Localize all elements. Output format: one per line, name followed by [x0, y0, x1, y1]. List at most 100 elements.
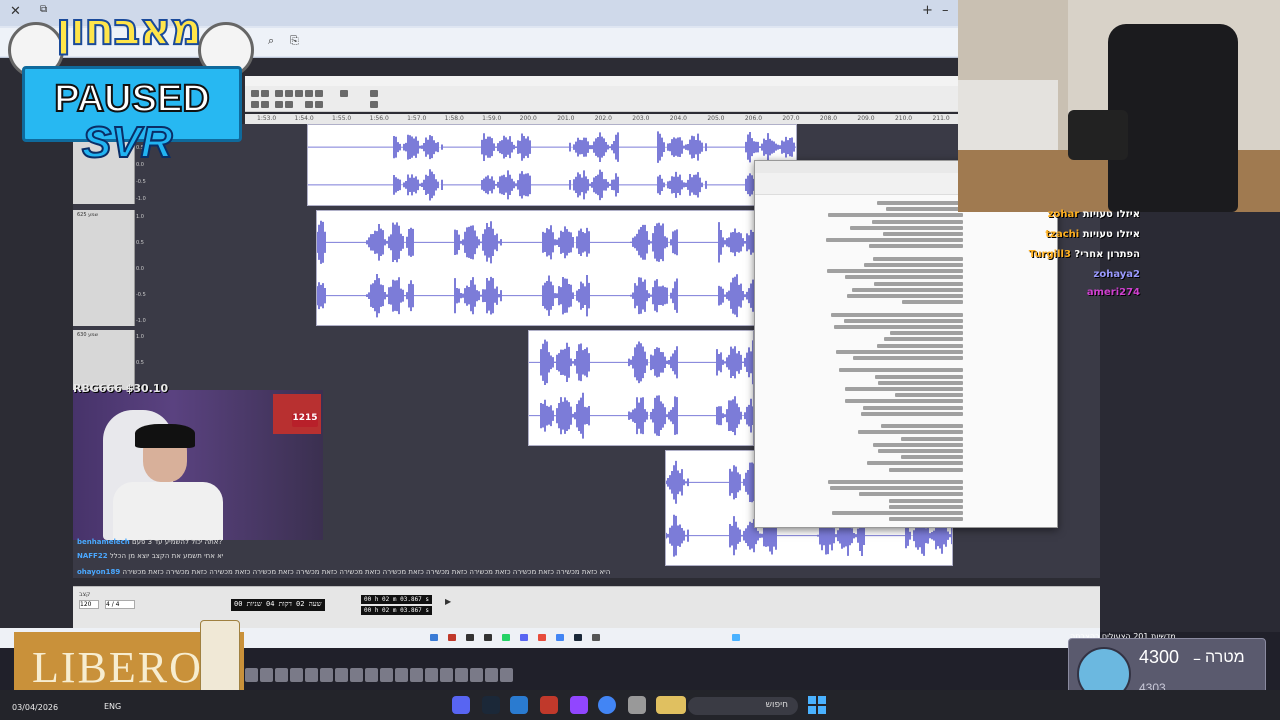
share-audio-icon[interactable] — [370, 90, 378, 97]
scale-tick-label: -0.5 — [136, 179, 146, 185]
track-amplitude-scale: 1.0 0.5 0.0 -0.5 -1.0 — [135, 210, 147, 326]
text-line — [890, 331, 963, 336]
chat-message: benhamelech אתה יכול להשמיע עד 3 פעם? — [77, 538, 223, 546]
sponsor-logo: LIBERO — [32, 643, 203, 692]
file-explorer-icon[interactable] — [628, 696, 646, 714]
scale-tick-label: 1.0 — [136, 334, 144, 340]
text-line — [888, 498, 963, 503]
discord-icon[interactable] — [452, 696, 470, 714]
viewer-badge: 1215 — [292, 413, 318, 427]
audio-position-display[interactable]: 00 שעה 02 דקות 04 שניות — [231, 599, 325, 611]
steam-icon[interactable] — [574, 634, 582, 641]
text-line — [833, 325, 963, 329]
twitch-icon[interactable] — [570, 696, 588, 714]
track-name: 625 שמע — [77, 212, 99, 218]
taskbar-language[interactable]: ENG — [104, 702, 121, 711]
envelope-tool-icon[interactable] — [261, 90, 269, 97]
text-line — [901, 436, 963, 441]
audio-clip[interactable] — [316, 210, 756, 326]
app-icon[interactable] — [510, 696, 528, 714]
text-line — [889, 504, 963, 509]
chrome-icon[interactable] — [556, 634, 564, 641]
waveform — [529, 339, 753, 439]
fit-selection-icon[interactable] — [295, 90, 303, 97]
waveform — [317, 220, 755, 318]
app-icon[interactable] — [540, 696, 558, 714]
ruler-tick-label: 211.0 — [932, 115, 950, 122]
ruler-tick-label: 205.0 — [707, 115, 725, 122]
trim-icon[interactable] — [275, 101, 283, 108]
text-line — [853, 356, 963, 360]
rate-label: קצב — [79, 591, 91, 598]
app-icon[interactable] — [484, 634, 492, 641]
timeline-ruler[interactable]: 1:53.0 1:54.0 1:55.0 1:56.0 1:57.0 1:58.0 1:59… — [245, 114, 958, 124]
text-line — [880, 424, 963, 429]
minimize-icon[interactable]: – — [942, 3, 949, 18]
fit-project-icon[interactable] — [305, 90, 313, 97]
streamer-webcam — [73, 390, 323, 540]
selection-start-display[interactable]: 00 h 02 m 03.867 s — [361, 595, 433, 604]
text-line — [872, 442, 963, 447]
whatsapp-icon[interactable] — [502, 634, 510, 641]
text-line — [875, 374, 963, 379]
new-tab-icon[interactable]: + — [922, 3, 933, 18]
widget-icon[interactable] — [656, 696, 686, 714]
filmstrip — [245, 668, 515, 688]
chat-message: Turgill3 ?הפתרון אחרי — [1028, 249, 1140, 260]
room-camera — [958, 0, 1280, 212]
windows-start-icon[interactable] — [808, 696, 826, 714]
channel-logo: מאבחון PAUSED SVR — [8, 0, 258, 175]
chat-message: zohar איזלו טעויות — [1047, 209, 1140, 220]
redo-icon[interactable] — [315, 101, 323, 108]
app-icon[interactable] — [592, 634, 600, 641]
text-line — [845, 387, 963, 391]
app-icon[interactable] — [430, 634, 438, 641]
undo-icon[interactable] — [305, 101, 313, 108]
chat-message: ohayon189 היא כזאת מכשירה כזאת מכשירה כז… — [77, 568, 611, 576]
search-icon[interactable]: ⌕ — [268, 34, 274, 48]
ruler-tick-label: 210.0 — [894, 115, 913, 122]
track-control-panel[interactable]: 625 שמע — [73, 210, 135, 326]
goal-label: מטרה — [1205, 649, 1245, 666]
audio-setup-icon[interactable] — [340, 90, 348, 97]
screenshot-icon[interactable]: ⎘ — [290, 34, 299, 48]
multi-tool-icon[interactable] — [261, 101, 269, 108]
discord-icon[interactable] — [520, 634, 528, 641]
donation-label: RBG666 $30.10 — [73, 382, 169, 395]
silence-icon[interactable] — [285, 101, 293, 108]
ruler-tick-label: 201.0 — [557, 115, 575, 122]
zoom-out-icon[interactable] — [285, 90, 293, 97]
app-icon[interactable] — [538, 634, 546, 641]
windows-start-icon[interactable] — [732, 634, 740, 641]
text-line — [844, 318, 963, 323]
scale-tick-label: -0.5 — [136, 292, 146, 298]
text-line — [858, 492, 963, 497]
ruler-tick-label: 1:53.0 — [257, 115, 277, 122]
scale-tick-label: 0.5 — [136, 240, 144, 246]
zoom-in-icon[interactable] — [275, 90, 283, 97]
app-icon[interactable] — [466, 634, 474, 641]
get-effects-icon[interactable] — [370, 101, 378, 108]
selection-end-display[interactable]: 00 h 02 m 03.867 s — [361, 606, 433, 615]
text-line — [828, 480, 963, 484]
ruler-tick-label: 208.0 — [819, 115, 838, 122]
rate-input[interactable]: 120 — [79, 600, 99, 609]
text-line — [877, 343, 963, 348]
play-icon[interactable]: ▶ — [445, 597, 451, 606]
audio-clip[interactable] — [307, 124, 797, 206]
app-icon[interactable] — [448, 634, 456, 641]
windows-taskbar: 03/04/2026 ENG חיפוש — [0, 690, 1280, 720]
chat-overlay: benhamelech אתה יכול להשמיע עד 3 פעם? NA… — [73, 536, 893, 580]
search-box[interactable]: חיפוש — [688, 697, 798, 715]
paused-text: PAUSED — [53, 78, 211, 120]
audio-clip[interactable] — [528, 330, 754, 446]
steam-icon[interactable] — [482, 696, 500, 714]
text-line — [831, 312, 963, 317]
chrome-icon[interactable] — [598, 696, 616, 714]
ruler-tick-label: 204.0 — [669, 115, 687, 122]
ruler-tick-label: 1:59.0 — [482, 115, 502, 122]
scale-tick-label: 0.5 — [136, 360, 144, 366]
zoom-toggle-icon[interactable] — [315, 90, 323, 97]
chat-message: tzachi איזלו טעויות — [1045, 229, 1140, 240]
meter-input[interactable]: 4 / 4 — [105, 600, 135, 609]
